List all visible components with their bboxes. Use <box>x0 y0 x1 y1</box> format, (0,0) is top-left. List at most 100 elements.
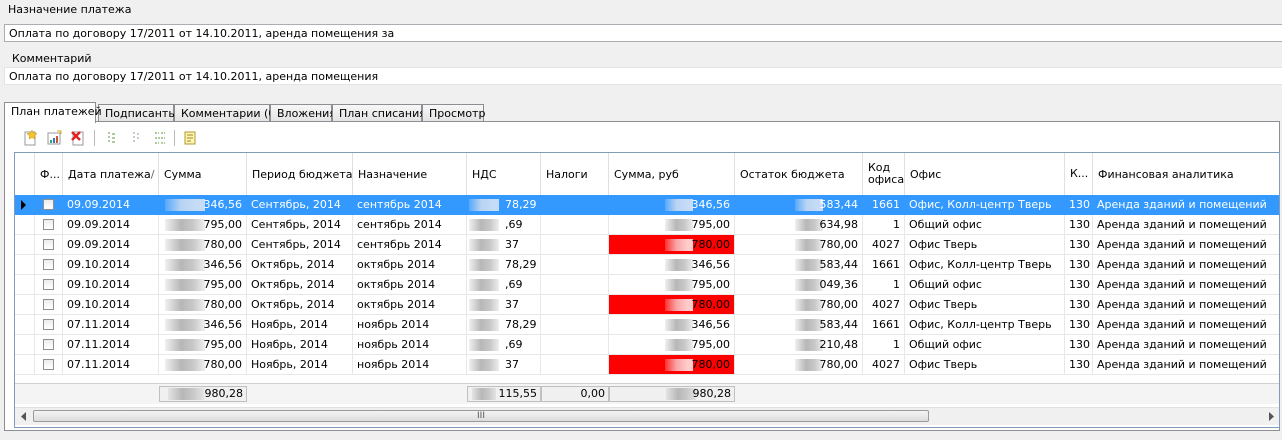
cell-k: 130 <box>1065 275 1093 295</box>
row-indicator[interactable] <box>15 295 35 315</box>
cell-taxes <box>541 335 609 355</box>
cell-rest: 583,44 <box>735 255 863 275</box>
col-sum[interactable]: Сумма <box>159 153 247 195</box>
row-indicator[interactable] <box>15 275 35 295</box>
row-checkbox[interactable] <box>43 259 54 270</box>
split-icon[interactable] <box>150 128 170 148</box>
tab-preview[interactable]: Просмотр <box>422 104 485 122</box>
cell-period: Октябрь, 2014 <box>247 275 353 295</box>
scroll-thumb[interactable]: III <box>33 410 929 422</box>
col-sum-rub[interactable]: Сумма, руб <box>609 153 735 195</box>
cell-date: 09.09.2014 <box>63 235 159 255</box>
table-row[interactable]: 09.09.2014 795,00 Сентябрь, 2014 сентябрь 2… <box>15 215 1279 235</box>
row-checkbox[interactable] <box>43 359 54 370</box>
cell-code: 4027 <box>863 355 905 375</box>
table-row[interactable]: 07.11.2014 346,56 Ноябрь, 2014 ноябрь 2014 7… <box>15 315 1279 335</box>
cell-purpose: октябрь 2014 <box>353 255 467 275</box>
cell-rest: 780,00 <box>735 355 863 375</box>
cell-sum: 795,00 <box>159 335 247 355</box>
tab-attachments[interactable]: Вложения <box>270 104 336 122</box>
col-k[interactable]: К... <box>1065 153 1093 195</box>
add-icon[interactable] <box>20 128 40 148</box>
cell-rest: 210,48 <box>735 335 863 355</box>
table-row[interactable]: 07.11.2014 780,00 Ноябрь, 2014 ноябрь 2014 3… <box>15 355 1279 375</box>
payment-purpose-input[interactable]: Оплата по договору 17/2011 от 14.10.2011… <box>4 24 1282 42</box>
col-date[interactable]: Дата платежа / <box>63 153 159 195</box>
row-indicator[interactable] <box>15 335 35 355</box>
row-checkbox[interactable] <box>43 239 54 250</box>
cell-taxes <box>541 235 609 255</box>
horizontal-scrollbar[interactable]: III <box>15 407 1279 425</box>
cell-date: 09.09.2014 <box>63 195 159 215</box>
cell-rest: 583,44 <box>735 195 863 215</box>
scroll-left-icon[interactable] <box>16 409 32 424</box>
table-row[interactable]: 09.10.2014 780,00 Октябрь, 2014 октябрь 201… <box>15 295 1279 315</box>
move-down-icon[interactable] <box>126 128 146 148</box>
table-row[interactable]: 07.11.2014 795,00 Ноябрь, 2014 ноябрь 2014,… <box>15 335 1279 355</box>
delete-icon[interactable] <box>68 128 88 148</box>
tab-signers[interactable]: Подписанты <box>98 104 177 122</box>
row-indicator[interactable] <box>15 355 35 375</box>
col-taxes[interactable]: Налоги <box>541 153 609 195</box>
cell-k: 130 <box>1065 195 1093 215</box>
col-purpose[interactable]: Назначение <box>353 153 467 195</box>
col-flag[interactable]: Ф... <box>35 153 63 195</box>
comment-input[interactable]: Оплата по договору 17/2011 от 14.10.2011… <box>4 67 1282 85</box>
cell-sum_rub: 346,56 <box>609 255 735 275</box>
total-taxes: 0,00 <box>541 386 609 402</box>
row-indicator[interactable] <box>15 255 35 275</box>
col-vat[interactable]: НДС <box>467 153 541 195</box>
payment-plan-grid: Ф... Дата платежа / Сумма Период бюджета… <box>14 152 1280 428</box>
col-analytics[interactable]: Финансовая аналитика <box>1093 153 1279 195</box>
move-up-icon[interactable] <box>102 128 122 148</box>
col-period[interactable]: Период бюджета <box>247 153 353 195</box>
col-budget-rest[interactable]: Остаток бюджета <box>735 153 863 195</box>
cell-rest: 049,36 <box>735 275 863 295</box>
tab-comments[interactable]: Комментарии (0) <box>174 104 280 122</box>
row-flag-cell <box>35 295 63 315</box>
col-indicator <box>15 153 35 195</box>
cell-analytics: Аренда зданий и помещений <box>1093 195 1279 215</box>
row-checkbox[interactable] <box>43 299 54 310</box>
cell-vat: ,69 <box>467 215 541 235</box>
tab-write-off-plan[interactable]: План списания <box>332 104 426 122</box>
row-checkbox[interactable] <box>43 319 54 330</box>
cell-period: Ноябрь, 2014 <box>247 335 353 355</box>
table-row[interactable]: 09.10.2014 346,56 Октябрь, 2014 октябрь 201… <box>15 255 1279 275</box>
cell-purpose: ноябрь 2014 <box>353 335 467 355</box>
cell-vat: 78,29 <box>467 315 541 335</box>
scroll-right-icon[interactable] <box>1263 409 1279 424</box>
row-indicator[interactable] <box>15 235 35 255</box>
cell-purpose: сентябрь 2014 <box>353 195 467 215</box>
col-office[interactable]: Офис <box>905 153 1065 195</box>
cell-purpose: октябрь 2014 <box>353 275 467 295</box>
table-row[interactable]: 09.09.2014 346,56 Сентябрь, 2014 сентябрь 2… <box>15 195 1279 215</box>
row-indicator[interactable] <box>15 315 35 335</box>
cell-code: 4027 <box>863 235 905 255</box>
row-checkbox[interactable] <box>43 339 54 350</box>
row-checkbox[interactable] <box>43 279 54 290</box>
notes-icon[interactable] <box>180 128 200 148</box>
cell-taxes <box>541 355 609 375</box>
row-checkbox[interactable] <box>43 219 54 230</box>
col-office-code[interactable]: Код офиса <box>863 153 905 195</box>
cell-office: Офис Тверь <box>905 295 1065 315</box>
row-checkbox[interactable] <box>43 199 54 210</box>
cell-purpose: ноябрь 2014 <box>353 355 467 375</box>
cell-analytics: Аренда зданий и помещений <box>1093 355 1279 375</box>
cell-sum_rub: 346,56 <box>609 315 735 335</box>
cell-analytics: Аренда зданий и помещений <box>1093 315 1279 335</box>
row-indicator[interactable] <box>15 195 35 215</box>
cell-code: 4027 <box>863 295 905 315</box>
cell-vat: 37 <box>467 235 541 255</box>
tab-payment-plan[interactable]: План платежей <box>4 102 102 123</box>
cell-date: 07.11.2014 <box>63 335 159 355</box>
cell-sum: 795,00 <box>159 215 247 235</box>
cell-office: Общий офис <box>905 335 1065 355</box>
table-row[interactable]: 09.10.2014 795,00 Октябрь, 2014 октябрь 201… <box>15 275 1279 295</box>
row-indicator[interactable] <box>15 215 35 235</box>
table-row[interactable]: 09.09.2014 780,00 Сентябрь, 2014 сентябрь 2… <box>15 235 1279 255</box>
edit-icon[interactable] <box>44 128 64 148</box>
cell-sum: 346,56 <box>159 195 247 215</box>
cell-office: Общий офис <box>905 215 1065 235</box>
